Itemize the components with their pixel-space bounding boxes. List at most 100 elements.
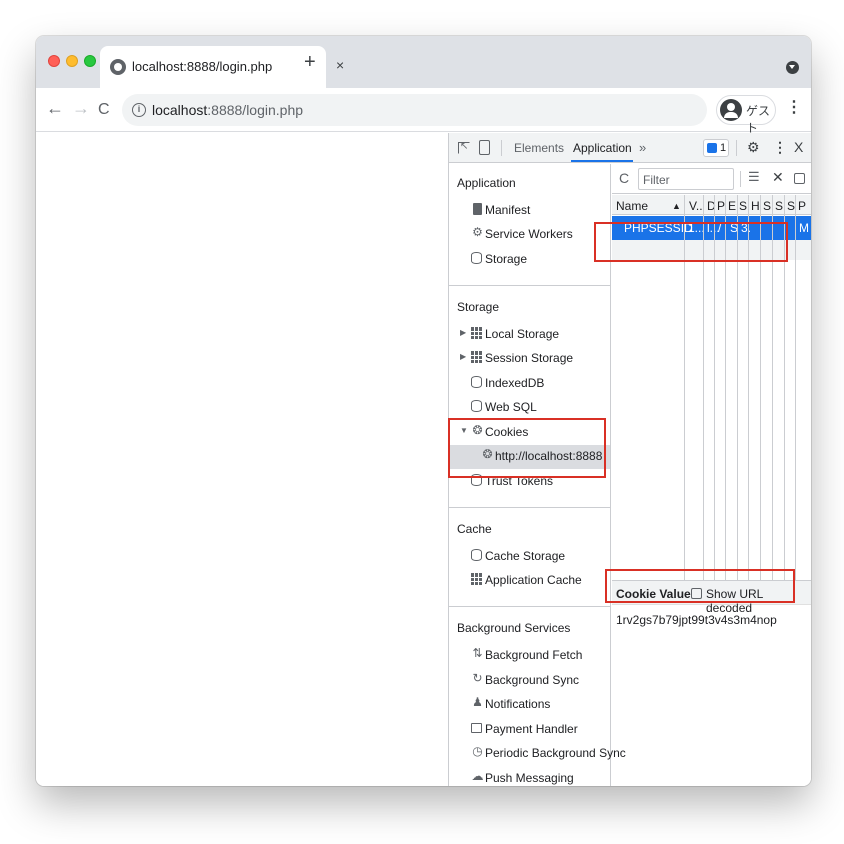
browser-tab[interactable]: localhost:8888/login.php × (100, 46, 344, 88)
settings-gear-icon[interactable]: ⚙ (747, 139, 760, 156)
divider (449, 606, 610, 607)
reload-button[interactable]: C (98, 100, 110, 120)
column-header-priority[interactable]: P (798, 199, 806, 213)
grid-icon (471, 573, 482, 585)
divider (740, 171, 741, 187)
sidebar-item-notifications[interactable]: ♟ Notifications (449, 693, 610, 717)
inspect-element-icon[interactable] (458, 141, 470, 154)
sidebar-item-local-storage[interactable]: ▶ Local Storage (449, 323, 610, 347)
sidebar-item-service-workers[interactable]: ⚙ Service Workers (449, 223, 610, 247)
column-divider (795, 195, 796, 580)
only-show-issues-checkbox[interactable] (794, 173, 805, 184)
tab-elements[interactable]: Elements (514, 141, 564, 155)
sort-asc-icon[interactable]: ▲ (672, 201, 681, 211)
cloud-icon: ☁ (471, 769, 484, 783)
sidebar-item-cache-storage[interactable]: Cache Storage (449, 545, 610, 569)
highlight-box-cookie-row (594, 222, 788, 262)
minimize-window-button[interactable] (66, 55, 78, 67)
tab-title: localhost:8888/login.php (132, 59, 273, 74)
tab-close-button[interactable]: × (336, 57, 344, 73)
page-content (36, 133, 448, 786)
section-title-cache: Cache (457, 522, 492, 536)
sidebar-item-label: Background Sync (485, 673, 580, 687)
browser-menu-button[interactable]: ⋮ (786, 100, 802, 116)
sidebar-item-background-fetch[interactable]: ⇅ Background Fetch (449, 644, 610, 668)
section-title-storage: Storage (457, 300, 500, 314)
filter-placeholder: Filter (643, 173, 670, 187)
active-tab-indicator (571, 160, 633, 162)
gear-icon: ⚙ (472, 225, 483, 239)
column-header-samesite[interactable]: S (775, 199, 783, 213)
sidebar-item-background-sync[interactable]: ↻ Background Sync (449, 669, 610, 693)
new-tab-button[interactable]: + (304, 52, 316, 72)
tab-application[interactable]: Application (573, 141, 632, 155)
column-header-expires[interactable]: E (728, 199, 736, 213)
sidebar-item-label: Push Messaging (485, 771, 574, 785)
forward-button[interactable]: → (72, 98, 90, 118)
sidebar-item-application-cache[interactable]: Application Cache (449, 569, 610, 593)
sidebar-item-label: Payment Handler (485, 722, 578, 736)
sidebar-item-label: Manifest (485, 203, 531, 217)
sidebar-item-label: Session Storage (485, 351, 574, 365)
column-header-secure[interactable]: S (763, 199, 771, 213)
sidebar-item-storage[interactable]: Storage (449, 248, 610, 272)
bell-icon: ♟ (472, 695, 483, 709)
column-header-httponly[interactable]: H (751, 199, 760, 213)
grid-icon (471, 351, 482, 363)
column-header-path[interactable]: P (717, 199, 725, 213)
tab-search-icon[interactable] (786, 61, 799, 74)
device-toolbar-icon[interactable] (479, 140, 490, 155)
sidebar-item-label: Service Workers (485, 227, 573, 241)
back-button[interactable]: ← (46, 98, 64, 118)
browser-window: localhost:8888/login.php × + ← → C i loc… (36, 36, 811, 786)
column-header-size[interactable]: S (739, 199, 747, 213)
sidebar-item-label: Periodic Background Sync (485, 746, 626, 760)
cell-priority: M (799, 221, 809, 235)
expand-arrow-icon[interactable]: ▶ (460, 328, 466, 337)
database-icon (471, 549, 482, 561)
database-icon (471, 400, 482, 412)
sidebar-item-session-storage[interactable]: ▶ Session Storage (449, 347, 610, 371)
clear-filtered-icon[interactable]: ☰ (748, 169, 760, 185)
sidebar-item-manifest[interactable]: Manifest (449, 199, 610, 223)
clock-icon: ◷ (472, 744, 483, 758)
column-header-sameparty[interactable]: S (787, 199, 795, 213)
address-bar[interactable]: i localhost:8888/login.php (122, 94, 707, 126)
cookie-value-panel: Cookie Value Show URL decoded 1rv2gs7b79… (612, 580, 811, 786)
sidebar-item-web-sql[interactable]: Web SQL (449, 396, 610, 420)
favicon-icon (110, 59, 126, 75)
info-icon[interactable]: i (132, 103, 146, 117)
divider (449, 285, 610, 286)
cookie-value-text[interactable]: 1rv2gs7b79jpt99t3v4s3m4nop (616, 613, 777, 627)
expand-arrow-icon[interactable]: ▶ (460, 352, 466, 361)
refresh-icon[interactable]: C (619, 170, 629, 186)
devtools-menu-icon[interactable]: ⋮ (773, 139, 787, 156)
message-icon (707, 143, 717, 153)
database-icon (471, 376, 482, 388)
column-header-value[interactable]: V.. (689, 199, 703, 213)
delete-selected-button[interactable]: ✕ (772, 169, 784, 186)
divider (501, 140, 502, 156)
more-tabs-button[interactable]: » (639, 140, 646, 155)
profile-button[interactable]: ゲスト (716, 95, 776, 135)
issues-count: 1 (720, 142, 727, 154)
section-title-application: Application (457, 176, 516, 190)
url-text: localhost:8888/login.php (152, 102, 303, 118)
zoom-window-button[interactable] (84, 55, 96, 67)
close-devtools-button[interactable]: X (794, 139, 803, 155)
profile-label: ゲスト (746, 104, 771, 135)
sidebar-item-payment-handler[interactable]: Payment Handler (449, 718, 610, 742)
issues-badge[interactable]: 1 (703, 139, 729, 157)
document-icon (473, 203, 482, 215)
avatar-icon (720, 99, 742, 121)
tab-strip: localhost:8888/login.php × + (36, 36, 811, 88)
sidebar-item-label: Notifications (485, 697, 551, 711)
sidebar-item-label: Web SQL (485, 400, 537, 414)
filter-input[interactable]: Filter (638, 168, 734, 190)
sidebar-item-push-messaging[interactable]: ☁ Push Messaging (449, 767, 610, 786)
close-window-button[interactable] (48, 55, 60, 67)
sidebar-item-indexeddb[interactable]: IndexedDB (449, 372, 610, 396)
sidebar-item-periodic-background-sync[interactable]: ◷ Periodic Background Sync (449, 742, 626, 766)
sidebar-item-label: Background Fetch (485, 648, 583, 662)
column-header-name[interactable]: Name (616, 199, 648, 213)
